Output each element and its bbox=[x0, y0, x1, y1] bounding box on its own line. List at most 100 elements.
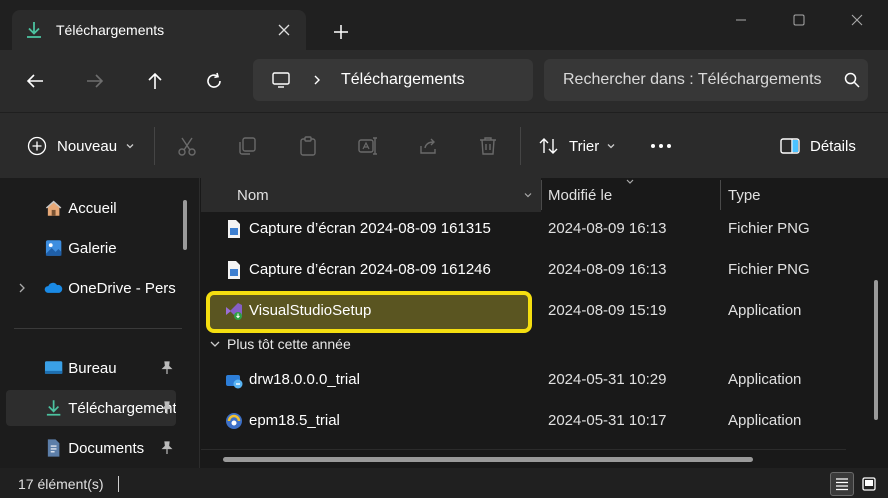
file-date: 2024-05-31 10:29 bbox=[548, 371, 667, 388]
sort-descending-icon bbox=[626, 179, 634, 184]
file-row-selected[interactable]: VisualStudioSetup 2024-08-09 15:19 Appli… bbox=[201, 291, 861, 333]
visual-studio-icon bbox=[226, 303, 242, 320]
download-icon bbox=[27, 22, 41, 38]
chevron-down-icon bbox=[210, 341, 220, 347]
documents-icon bbox=[47, 439, 60, 457]
column-separator[interactable] bbox=[541, 180, 542, 210]
sort-button[interactable]: Trier bbox=[539, 130, 616, 162]
up-button[interactable] bbox=[137, 64, 173, 98]
sidebar-item-gallery[interactable]: Galerie bbox=[6, 230, 176, 266]
refresh-button[interactable] bbox=[196, 64, 232, 98]
forward-button[interactable] bbox=[77, 64, 113, 98]
sidebar-item-downloads[interactable]: Téléchargements bbox=[6, 390, 176, 426]
sort-label: Trier bbox=[569, 137, 600, 155]
png-file-icon bbox=[228, 220, 240, 238]
download-icon bbox=[46, 400, 61, 416]
command-bar: Nouveau Trier Détails bbox=[0, 112, 888, 178]
chevron-down-icon bbox=[126, 144, 134, 149]
arrow-left-icon bbox=[26, 74, 43, 88]
installer-icon bbox=[226, 413, 242, 429]
horizontal-scrollbar[interactable] bbox=[223, 457, 753, 462]
cut-button[interactable] bbox=[174, 133, 200, 159]
tiles-view-icon bbox=[862, 477, 876, 491]
file-row[interactable]: Capture d’écran 2024-08-09 161246 2024-0… bbox=[201, 251, 861, 289]
column-header-modified[interactable]: Modifié le bbox=[548, 187, 612, 204]
column-header-name[interactable]: Nom bbox=[201, 178, 541, 212]
share-icon bbox=[420, 138, 436, 154]
copy-button[interactable] bbox=[234, 133, 260, 159]
maximize-button[interactable] bbox=[770, 0, 828, 40]
chevron-down-icon bbox=[524, 193, 532, 198]
pin-icon bbox=[161, 441, 173, 454]
file-name: VisualStudioSetup bbox=[249, 302, 372, 319]
sidebar-item-onedrive[interactable]: OneDrive - Personnel bbox=[6, 270, 176, 306]
delete-button[interactable] bbox=[475, 133, 501, 159]
chevron-right-icon bbox=[314, 75, 320, 85]
plus-circle-icon bbox=[27, 136, 47, 156]
pin-icon bbox=[161, 401, 173, 414]
toolbar-divider bbox=[154, 127, 155, 165]
status-bar: 17 élément(s) bbox=[0, 468, 888, 498]
file-list: Nom Modifié le Type Capture d’écran 2024… bbox=[201, 178, 888, 468]
column-header-type[interactable]: Type bbox=[728, 187, 761, 204]
sidebar-item-home[interactable]: Accueil bbox=[6, 190, 176, 226]
sort-icon bbox=[539, 138, 558, 154]
address-bar: Téléchargements bbox=[0, 50, 888, 112]
pin-icon bbox=[161, 361, 173, 374]
file-row[interactable]: epm18.5_trial 2024-05-31 10:17 Applicati… bbox=[201, 402, 861, 440]
home-icon bbox=[45, 200, 62, 216]
file-type: Application bbox=[728, 412, 802, 429]
group-label: Plus tôt cette année bbox=[227, 336, 351, 352]
rename-icon bbox=[358, 137, 377, 155]
refresh-icon bbox=[207, 72, 221, 88]
trash-icon bbox=[480, 137, 496, 155]
more-options-button[interactable] bbox=[648, 133, 674, 159]
back-button[interactable] bbox=[17, 64, 53, 98]
paste-button[interactable] bbox=[295, 133, 321, 159]
search-box[interactable] bbox=[544, 59, 868, 101]
breadcrumb-downloads[interactable]: Téléchargements bbox=[341, 71, 465, 89]
png-file-icon bbox=[228, 261, 240, 279]
file-name: epm18.5_trial bbox=[249, 412, 340, 429]
search-icon bbox=[844, 72, 860, 88]
chevron-down-icon bbox=[607, 144, 615, 149]
new-tab-button[interactable] bbox=[326, 17, 356, 47]
file-type: Fichier PNG bbox=[728, 220, 810, 237]
sidebar-scrollbar[interactable] bbox=[183, 200, 187, 250]
file-date: 2024-08-09 16:13 bbox=[548, 220, 667, 237]
file-type: Application bbox=[728, 302, 802, 319]
column-name-label: Nom bbox=[237, 187, 269, 204]
main-area: Accueil Galerie OneDrive - Personnel Bur… bbox=[0, 178, 888, 468]
group-header[interactable]: Plus tôt cette année bbox=[201, 333, 601, 357]
details-button[interactable]: Détails bbox=[780, 130, 856, 162]
tiles-view-button[interactable] bbox=[857, 472, 881, 496]
details-view-button[interactable] bbox=[830, 472, 854, 496]
rename-button[interactable] bbox=[355, 133, 381, 159]
sidebar-item-desktop[interactable]: Bureau bbox=[6, 350, 176, 386]
copy-icon bbox=[239, 137, 256, 155]
tab-title: Téléchargements bbox=[56, 22, 165, 38]
minimize-icon bbox=[736, 19, 746, 21]
tab-downloads[interactable]: Téléchargements bbox=[12, 10, 306, 50]
close-button[interactable] bbox=[828, 0, 886, 40]
computer-icon bbox=[272, 72, 290, 88]
column-separator[interactable] bbox=[720, 180, 721, 210]
share-button[interactable] bbox=[415, 133, 441, 159]
file-row[interactable]: Capture d’écran 2024-08-09 161315 2024-0… bbox=[201, 210, 861, 248]
installer-icon bbox=[226, 375, 243, 389]
status-separator bbox=[118, 476, 119, 492]
sidebar-item-documents[interactable]: Documents bbox=[6, 430, 176, 466]
file-type: Application bbox=[728, 371, 802, 388]
list-view-icon bbox=[836, 478, 848, 491]
search-input[interactable] bbox=[563, 71, 825, 89]
breadcrumb[interactable]: Téléchargements bbox=[253, 59, 533, 101]
toolbar-divider bbox=[520, 127, 521, 165]
new-button[interactable]: Nouveau bbox=[27, 130, 135, 162]
vertical-scrollbar[interactable] bbox=[874, 280, 878, 420]
file-row[interactable]: drw18.0.0.0_trial 2024-05-31 10:29 Appli… bbox=[201, 361, 861, 399]
navigation-pane: Accueil Galerie OneDrive - Personnel Bur… bbox=[0, 178, 200, 468]
minimize-button[interactable] bbox=[712, 0, 770, 40]
horizontal-scroll-track bbox=[201, 449, 846, 450]
file-name: Capture d’écran 2024-08-09 161246 bbox=[249, 261, 491, 278]
tab-close-icon[interactable] bbox=[270, 16, 298, 44]
